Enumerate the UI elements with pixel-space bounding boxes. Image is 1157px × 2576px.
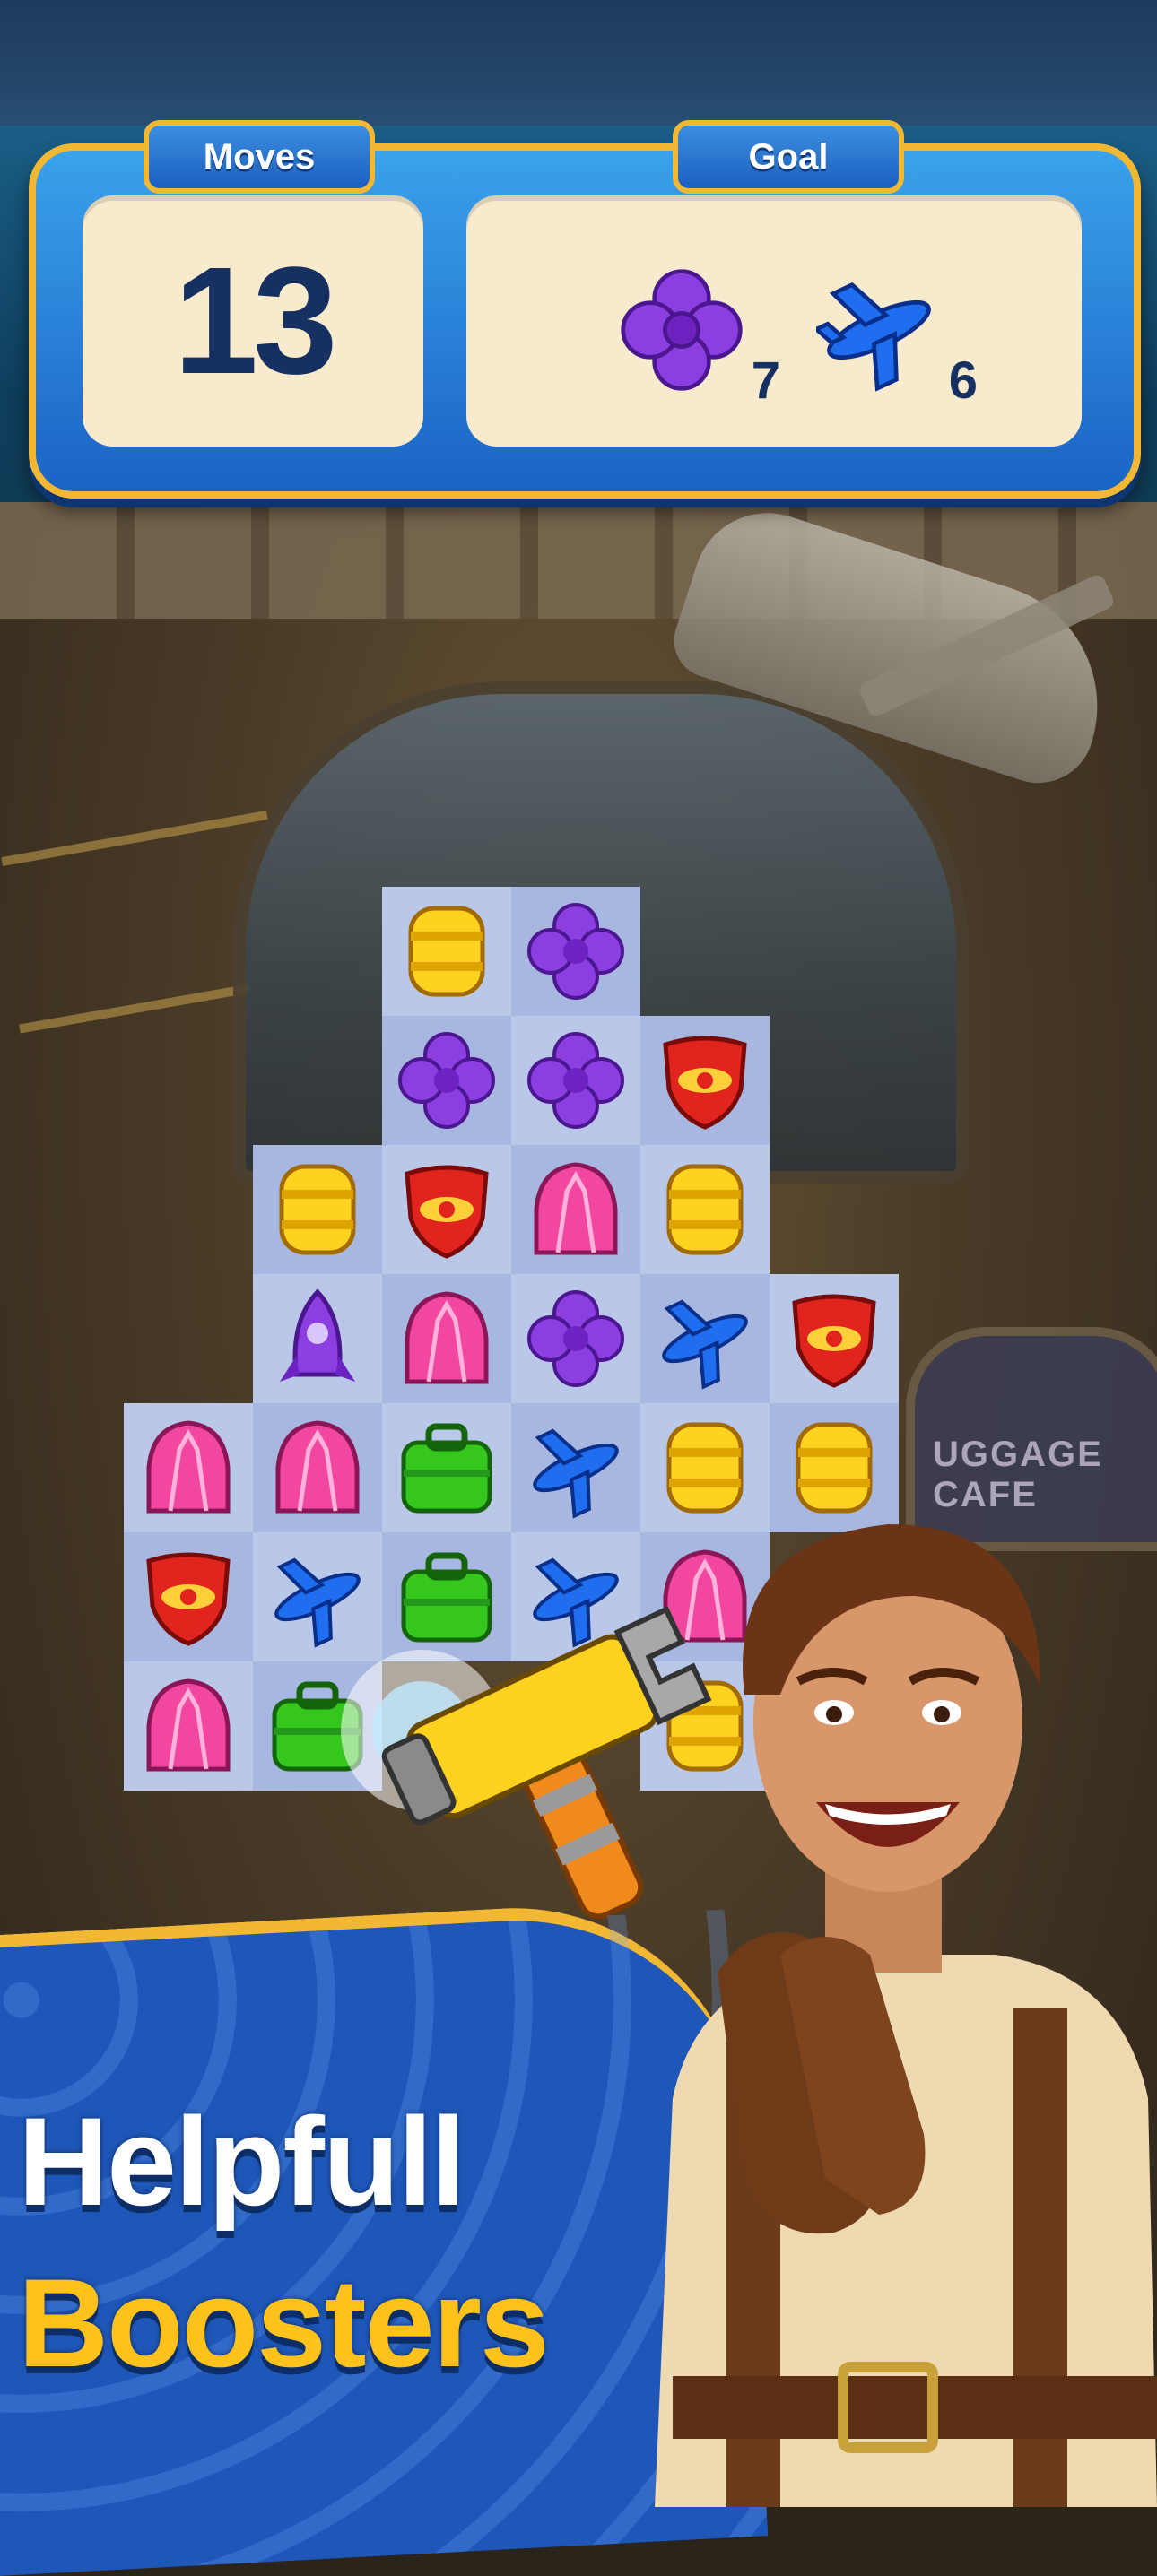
board-tile[interactable] xyxy=(382,1145,511,1274)
yellow-barrel-piece-icon[interactable] xyxy=(393,898,500,1005)
board-tile[interactable] xyxy=(640,1016,770,1145)
purple-flower-piece-icon[interactable] xyxy=(522,1027,630,1134)
board-tile[interactable] xyxy=(511,887,640,1016)
board-tile[interactable] xyxy=(640,1274,770,1403)
red-shield-piece-icon[interactable] xyxy=(135,1543,242,1651)
yellow-barrel-piece-icon[interactable] xyxy=(264,1156,371,1263)
moves-tab: Moves xyxy=(144,120,375,194)
blue-airplane-piece-icon[interactable] xyxy=(651,1285,759,1392)
board-tile[interactable] xyxy=(511,1145,640,1274)
moves-count: 13 xyxy=(173,236,337,406)
board-tile[interactable] xyxy=(253,1145,382,1274)
board-tile[interactable] xyxy=(124,1532,253,1661)
red-shield-piece-icon[interactable] xyxy=(651,1027,759,1134)
blue-airplane-icon xyxy=(812,282,931,392)
goal-panel: 7 6 xyxy=(466,195,1082,447)
board-tile[interactable] xyxy=(253,1403,382,1532)
yellow-barrel-piece-icon[interactable] xyxy=(651,1156,759,1263)
green-suitcase-piece-icon[interactable] xyxy=(393,1414,500,1522)
board-tile[interactable] xyxy=(640,1145,770,1274)
pink-gem-piece-icon[interactable] xyxy=(522,1156,630,1263)
board-tile[interactable] xyxy=(511,1016,640,1145)
promo-headline-line2: Boosters xyxy=(18,2252,550,2393)
pink-gem-piece-icon[interactable] xyxy=(393,1285,500,1392)
red-shield-piece-icon[interactable] xyxy=(393,1156,500,1263)
mechanic-character xyxy=(655,1524,1157,2507)
board-tile[interactable] xyxy=(770,1274,899,1403)
goal-item-airplane: 6 xyxy=(812,267,978,410)
board-tile[interactable] xyxy=(382,1274,511,1403)
goal-item-flower: 7 xyxy=(619,267,780,410)
purple-flower-piece-icon[interactable] xyxy=(522,1285,630,1392)
blue-airplane-piece-icon[interactable] xyxy=(522,1414,630,1522)
level-hud: 13 Moves 7 6 Goal xyxy=(29,120,1141,499)
board-tile[interactable] xyxy=(382,1016,511,1145)
pink-gem-piece-icon[interactable] xyxy=(135,1672,242,1780)
promo-headline-line1: Helpfull xyxy=(18,2091,465,2232)
red-shield-piece-icon[interactable] xyxy=(780,1285,888,1392)
pink-gem-piece-icon[interactable] xyxy=(135,1414,242,1522)
purple-flower-piece-icon[interactable] xyxy=(522,898,630,1005)
purple-flower-piece-icon[interactable] xyxy=(393,1027,500,1134)
purple-rocket-piece-icon[interactable] xyxy=(264,1285,371,1392)
board-tile[interactable] xyxy=(124,1403,253,1532)
board-tile[interactable] xyxy=(253,1274,382,1403)
goal-airplane-count: 6 xyxy=(948,351,978,410)
board-tile[interactable] xyxy=(511,1274,640,1403)
purple-flower-icon xyxy=(621,269,743,391)
goal-tab: Goal xyxy=(673,120,904,194)
board-tile[interactable] xyxy=(124,1661,253,1791)
board-tile[interactable] xyxy=(382,1403,511,1532)
pink-gem-piece-icon[interactable] xyxy=(264,1414,371,1522)
board-tile[interactable] xyxy=(382,887,511,1016)
goal-flower-count: 7 xyxy=(751,351,780,410)
moves-panel: 13 xyxy=(83,195,423,447)
